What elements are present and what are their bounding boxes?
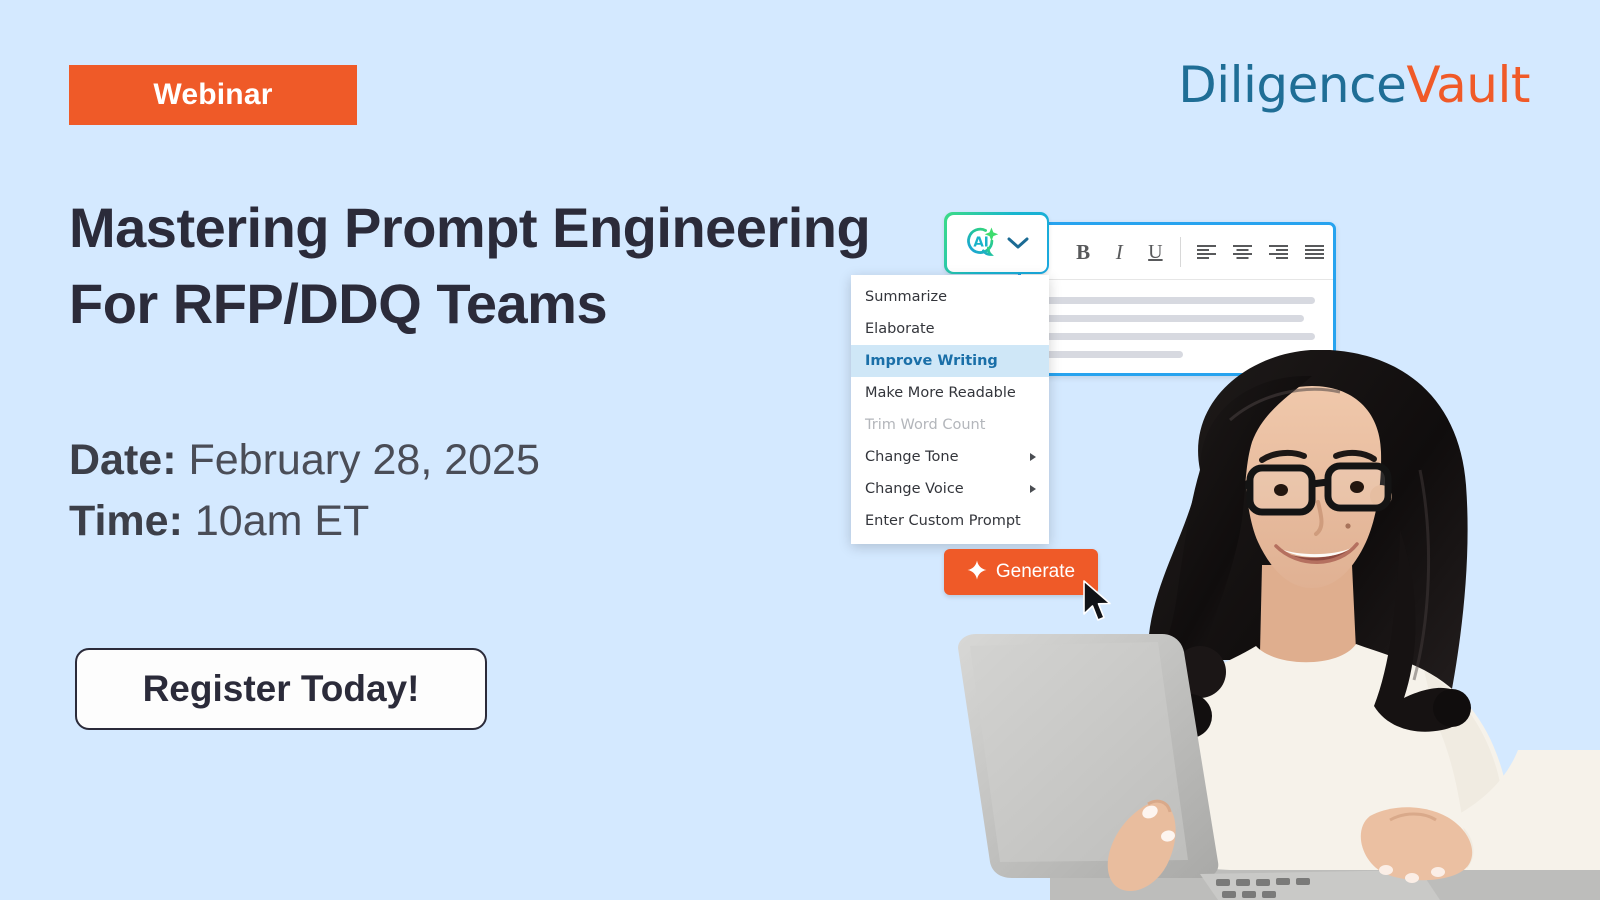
editor-toolbar: B I U (1021, 225, 1333, 280)
event-date-label: Date: (69, 436, 177, 484)
menu-item-label: Make More Readable (865, 385, 1016, 401)
align-left-button[interactable] (1188, 233, 1224, 271)
webinar-promo-banner: Webinar DiligenceVault Mastering Prompt … (0, 0, 1600, 900)
chevron-down-icon (1007, 236, 1029, 250)
event-time-row: Time: 10am ET (69, 491, 540, 552)
event-date-value: February 28, 2025 (188, 436, 540, 484)
ai-sparkle-icon: AI (964, 223, 1000, 264)
webinar-badge-label: Webinar (153, 78, 273, 111)
underline-button[interactable]: U (1137, 233, 1173, 271)
menu-item-make-more-readable[interactable]: Make More Readable (851, 377, 1049, 409)
bold-button[interactable]: B (1065, 233, 1101, 271)
menu-item-improve-writing[interactable]: Improve Writing (851, 345, 1049, 377)
menu-item-label: Improve Writing (865, 353, 998, 369)
align-right-button[interactable] (1261, 233, 1297, 271)
menu-item-label: Elaborate (865, 321, 935, 337)
editor-text-area[interactable] (1021, 280, 1333, 358)
submenu-arrow-icon (1030, 453, 1036, 461)
placeholder-text-line (1039, 315, 1304, 322)
page-title-line-2: For RFP/DDQ Teams (69, 271, 608, 335)
generate-label: Generate (995, 561, 1076, 582)
menu-item-label: Summarize (865, 289, 948, 305)
ai-assistant-button[interactable]: AI (944, 212, 1049, 274)
logo-text-vault: Vault (1406, 56, 1530, 114)
register-today-label: Register Today! (142, 668, 420, 709)
menu-item-enter-custom-prompt[interactable]: Enter Custom Prompt (851, 505, 1049, 537)
sparkle-icon (967, 560, 987, 585)
menu-item-label: Enter Custom Prompt (865, 513, 1021, 529)
generate-button[interactable]: Generate (944, 549, 1098, 595)
logo-text-diligence: Diligence (1178, 56, 1407, 114)
page-title-line-1: Mastering Prompt Engineering (69, 196, 871, 259)
menu-item-elaborate[interactable]: Elaborate (851, 313, 1049, 345)
submenu-arrow-icon (1030, 485, 1036, 493)
align-justify-button[interactable] (1297, 233, 1333, 271)
ai-actions-menu: Summarize Elaborate Improve Writing Make… (851, 275, 1049, 544)
event-time-value: 10am ET (194, 497, 370, 546)
menu-item-label: Change Voice (865, 481, 964, 497)
diligencevault-logo: DiligenceVault (1178, 56, 1530, 114)
mouse-cursor-icon (1082, 580, 1116, 629)
menu-item-label: Trim Word Count (865, 417, 986, 433)
event-time-label: Time: (69, 497, 183, 546)
svg-text:AI: AI (973, 234, 988, 250)
placeholder-text-line (1039, 333, 1315, 340)
menu-item-label: Change Tone (865, 449, 959, 465)
italic-button[interactable]: I (1101, 233, 1137, 271)
menu-item-trim-word-count: Trim Word Count (851, 409, 1049, 441)
align-center-button[interactable] (1225, 233, 1261, 271)
placeholder-text-line (1039, 297, 1315, 304)
menu-item-change-voice[interactable]: Change Voice (851, 473, 1049, 505)
event-details: Date: February 28, 2025 Time: 10am ET (69, 430, 540, 552)
menu-item-summarize[interactable]: Summarize (851, 281, 1049, 313)
event-date-row: Date: February 28, 2025 (69, 430, 540, 491)
page-title: Mastering Prompt Engineering For RFP/DDQ… (69, 190, 909, 341)
toolbar-divider (1180, 237, 1182, 267)
webinar-badge: Webinar (69, 65, 357, 125)
register-today-button[interactable]: Register Today! (75, 648, 487, 730)
menu-item-change-tone[interactable]: Change Tone (851, 441, 1049, 473)
